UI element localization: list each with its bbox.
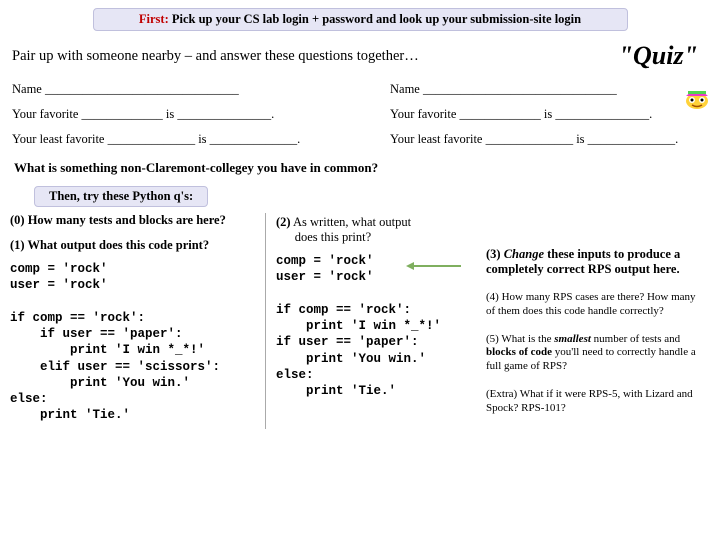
least-favorite-line-1: Your least favorite ______________ is __…: [12, 127, 330, 152]
q2-line1: As written, what output: [291, 215, 411, 229]
favorite-line-2: Your favorite _____________ is _________…: [390, 102, 708, 127]
pair-instruction: Pair up with someone nearby – and answer…: [12, 48, 619, 65]
common-question: What is something non-Claremont-collegey…: [0, 154, 720, 182]
header-row: Pair up with someone nearby – and answer…: [0, 37, 720, 73]
q3-num: (3): [486, 247, 504, 261]
name-line-2: Name _______________________________: [390, 77, 708, 102]
form-col-right: Name _______________________________ You…: [390, 77, 708, 152]
form-area: Name _______________________________ You…: [0, 73, 720, 154]
q5-smallest: smallest: [554, 333, 591, 345]
quiz-title: "Quiz": [619, 41, 708, 71]
q4-text: (4) How many RPS cases are there? How ma…: [486, 291, 705, 319]
favorite-line-1: Your favorite _____________ is _________…: [12, 102, 330, 127]
first-banner: First: Pick up your CS lab login + passw…: [93, 8, 628, 31]
column-middle: (2) As written, what output does this pr…: [265, 213, 480, 429]
q2-text: (2) As written, what output does this pr…: [276, 213, 474, 245]
quiz-emoji-icon: [682, 86, 712, 110]
q5-a: (5) What is the: [486, 333, 554, 345]
q1-text: (1) What output does this code print?: [10, 238, 259, 253]
banner-rest: Pick up your CS lab login + password and…: [169, 12, 581, 26]
first-word: First:: [139, 12, 169, 26]
q2-num: (2): [276, 215, 291, 229]
code-block-1: comp = 'rock' user = 'rock' if comp == '…: [10, 261, 259, 424]
q2-line2: does this print?: [276, 230, 371, 244]
arrow-icon: [406, 260, 466, 272]
code-block-2: comp = 'rock' user = 'rock' if comp == '…: [276, 253, 474, 399]
form-col-left: Name _______________________________ You…: [12, 77, 330, 152]
column-left: (0) How many tests and blocks are here? …: [10, 213, 265, 429]
then-pill: Then, try these Python q's:: [34, 186, 208, 207]
q0-text: (0) How many tests and blocks are here?: [10, 213, 259, 228]
q3-text: (3) Change these inputs to produce a com…: [486, 247, 705, 277]
name-line-1: Name _______________________________: [12, 77, 330, 102]
extra-text: (Extra) What if it were RPS-5, with Liza…: [486, 388, 705, 416]
column-right: (3) Change these inputs to produce a com…: [480, 213, 705, 429]
questions-columns: (0) How many tests and blocks are here? …: [0, 213, 720, 429]
q3-change: Change: [504, 247, 544, 261]
least-favorite-line-2: Your least favorite ______________ is __…: [390, 127, 708, 152]
q5-text: (5) What is the smallest number of tests…: [486, 333, 705, 374]
q5-c: number of tests and: [591, 333, 680, 345]
q5-blocks: blocks of code: [486, 346, 552, 358]
